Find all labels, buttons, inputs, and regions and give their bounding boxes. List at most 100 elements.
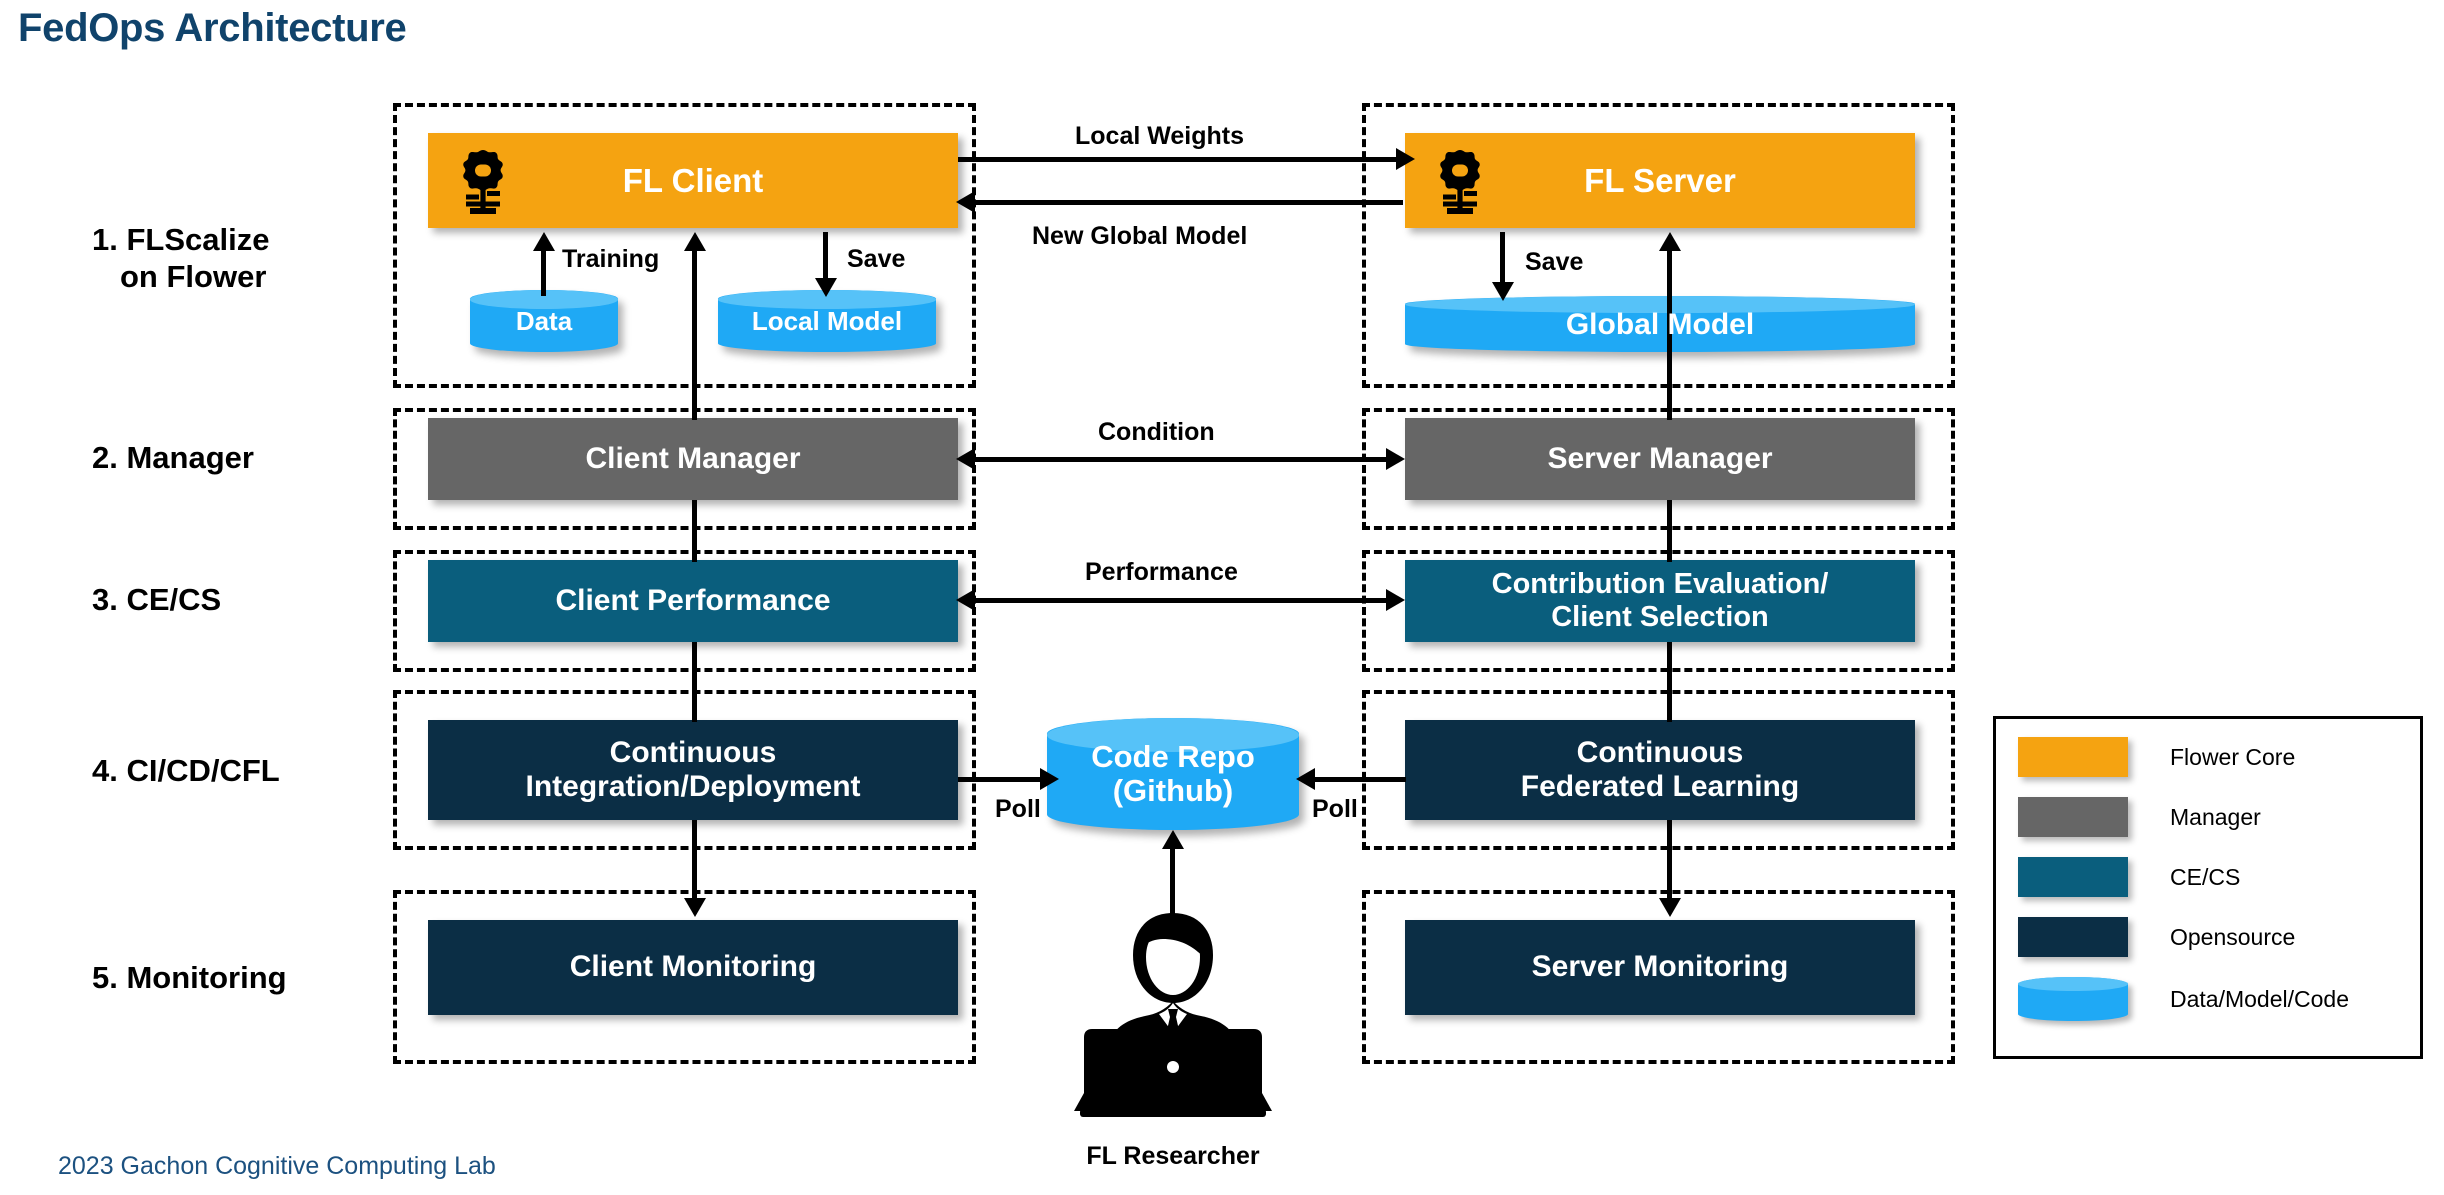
client-cicd-line1: Continuous: [609, 735, 777, 769]
server-cecs-label: Contribution Evaluation/ Client Selectio…: [1405, 568, 1915, 634]
fl-server-box[interactable]: FL Server: [1405, 133, 1915, 228]
server-cfl-line2: Federated Learning: [1520, 770, 1800, 803]
arrow-poll-right-line: [1310, 777, 1406, 782]
client-cicd-box[interactable]: Continuous Integration/Deployment: [428, 720, 958, 820]
arrow-condition-head-left: [956, 448, 975, 470]
arrow-condition-head-right: [1386, 448, 1405, 470]
client-manager-label: Client Manager: [585, 441, 801, 475]
arrow-server-cfl-to-monitoring-head: [1659, 898, 1681, 917]
code-repo-line2: (Github): [1112, 773, 1234, 808]
arrow-local-weights-head: [1396, 148, 1415, 170]
arrow-performance-head-left: [956, 589, 975, 611]
arrow-condition-line: [975, 457, 1387, 462]
row-label-4-line1: 4. CI/CD/CFL: [92, 753, 280, 788]
label-save-server: Save: [1525, 248, 1584, 276]
arrow-save-server-line: [1500, 232, 1505, 286]
server-manager-label: Server Manager: [1547, 441, 1773, 475]
arrow-performance-head-right: [1386, 589, 1405, 611]
client-data-cylinder[interactable]: Data: [470, 290, 618, 352]
client-performance-label: Client Performance: [555, 583, 831, 617]
arrow-save-client-line: [823, 232, 828, 282]
legend-label-cecs: CE/CS: [2170, 863, 2241, 890]
arrow-performance-line: [975, 598, 1387, 603]
arrow-client-perf-to-cicd-line: [692, 642, 697, 722]
diagram-canvas: FedOps Architecture 2023 Gachon Cognitiv…: [0, 0, 2444, 1195]
arrow-server-cfl-to-monitoring-line: [1667, 820, 1672, 902]
arrow-poll-left-line: [958, 777, 1050, 782]
arrow-new-global-model-line: [975, 200, 1403, 205]
client-cicd-line2: Integration/Deployment: [525, 770, 861, 803]
client-monitoring-box[interactable]: Client Monitoring: [428, 920, 958, 1015]
label-poll-right: Poll: [1312, 795, 1358, 823]
legend-item-data-model-code: Data/Model/Code: [2018, 977, 2349, 1021]
arrow-manager-to-client-head: [684, 232, 706, 251]
flower-logo-icon: [1427, 147, 1493, 215]
server-cfl-box[interactable]: Continuous Federated Learning: [1405, 720, 1915, 820]
label-new-global-model: New Global Model: [1032, 222, 1248, 250]
legend-swatch-opensource: [2018, 917, 2128, 957]
server-cecs-line2: Client Selection: [1551, 601, 1769, 633]
client-local-model-cylinder[interactable]: Local Model: [718, 290, 936, 352]
legend-swatch-cecs: [2018, 857, 2128, 897]
arrow-save-server-head: [1492, 282, 1514, 301]
row-label-1-line2: on Flower: [120, 258, 267, 294]
arrow-server-manager-to-server-head: [1659, 232, 1681, 251]
label-local-weights: Local Weights: [1075, 122, 1245, 150]
flower-logo-icon: [450, 147, 516, 215]
row-label-3: 3. CE/CS: [92, 582, 221, 619]
global-model-label: Global Model: [1565, 307, 1755, 341]
row-label-3-line1: 3. CE/CS: [92, 582, 222, 617]
global-model-cylinder[interactable]: Global Model: [1405, 296, 1915, 352]
server-cfl-line1: Continuous: [1576, 735, 1744, 769]
arrow-server-cecs-to-cfl-line: [1667, 642, 1672, 722]
row-label-1-line1: 1. FLScalize: [92, 222, 270, 257]
arrow-client-manager-to-perf-line: [692, 500, 697, 562]
legend-swatch-flower-core: [2018, 737, 2128, 777]
legend-label-manager: Manager: [2170, 803, 2261, 830]
server-cecs-line1: Contribution Evaluation/: [1491, 567, 1829, 600]
legend-label-data-model-code: Data/Model/Code: [2170, 985, 2349, 1012]
client-manager-box[interactable]: Client Manager: [428, 418, 958, 500]
legend-item-manager: Manager: [2018, 797, 2261, 837]
server-manager-box[interactable]: Server Manager: [1405, 418, 1915, 500]
arrow-save-client-head: [815, 278, 837, 297]
server-monitoring-label: Server Monitoring: [1531, 950, 1789, 984]
row-label-5: 5. Monitoring: [92, 960, 287, 997]
row-label-4: 4. CI/CD/CFL: [92, 753, 280, 790]
arrow-researcher-to-repo-head: [1162, 830, 1184, 849]
fl-client-box[interactable]: FL Client: [428, 133, 958, 228]
fl-researcher-label: FL Researcher: [1086, 1142, 1260, 1170]
client-local-model-label: Local Model: [751, 305, 903, 336]
server-cfl-label: Continuous Federated Learning: [1405, 736, 1915, 804]
legend-item-flower-core: Flower Core: [2018, 737, 2295, 777]
row-label-1: 1. FLScalize on Flower: [92, 222, 269, 295]
client-cicd-label: Continuous Integration/Deployment: [428, 736, 958, 804]
arrow-training-line: [541, 248, 546, 296]
label-poll-left: Poll: [995, 795, 1041, 823]
client-performance-box[interactable]: Client Performance: [428, 560, 958, 642]
arrow-manager-to-client-line: [692, 248, 697, 420]
code-repo-cylinder[interactable]: Code Repo (Github): [1047, 718, 1299, 830]
code-repo-label: Code Repo (Github): [1047, 739, 1299, 808]
legend-swatch-manager: [2018, 797, 2128, 837]
legend-swatch-data-model-code: [2018, 977, 2128, 1021]
client-data-label: Data: [515, 305, 573, 336]
row-label-5-line1: 5. Monitoring: [92, 960, 287, 995]
footer-credit: 2023 Gachon Cognitive Computing Lab: [58, 1152, 496, 1180]
arrow-training-head: [533, 232, 555, 251]
fl-researcher-icon: [1068, 905, 1278, 1120]
label-performance: Performance: [1085, 558, 1238, 586]
legend-label-flower-core: Flower Core: [2170, 743, 2296, 770]
server-cecs-box[interactable]: Contribution Evaluation/ Client Selectio…: [1405, 560, 1915, 642]
arrow-server-manager-to-cecs-line: [1667, 500, 1672, 562]
server-monitoring-box[interactable]: Server Monitoring: [1405, 920, 1915, 1015]
row-label-2: 2. Manager: [92, 440, 254, 477]
row-label-2-line1: 2. Manager: [92, 440, 254, 475]
arrow-new-global-model-head: [956, 191, 975, 213]
legend-label-opensource: Opensource: [2170, 923, 2296, 950]
label-save-client: Save: [847, 245, 906, 273]
legend-panel: Flower Core Manager CE/CS Opensource Dat…: [1993, 716, 2423, 1059]
arrow-cicd-to-monitoring-head: [684, 898, 706, 917]
arrow-local-weights-line: [958, 157, 1398, 162]
client-monitoring-label: Client Monitoring: [569, 950, 817, 984]
